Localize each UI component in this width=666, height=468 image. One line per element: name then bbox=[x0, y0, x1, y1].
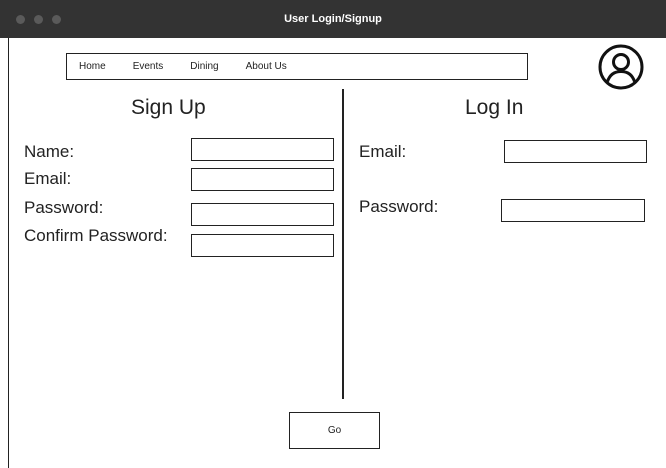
login-password-input[interactable] bbox=[501, 199, 645, 222]
app-window: User Login/Signup Home Events Dining Abo… bbox=[0, 0, 666, 468]
signup-name-input[interactable] bbox=[191, 138, 334, 161]
close-window-icon[interactable] bbox=[16, 15, 25, 24]
signup-name-label: Name: bbox=[24, 142, 75, 161]
signup-password-input[interactable] bbox=[191, 203, 334, 226]
nav-item-events[interactable]: Events bbox=[133, 61, 164, 72]
title-bar: User Login/Signup bbox=[0, 0, 666, 38]
signup-confirm-password-label: Confirm Password: bbox=[24, 226, 168, 245]
minimize-window-icon[interactable] bbox=[34, 15, 43, 24]
login-email-label: Email: bbox=[359, 142, 407, 161]
nav-item-about-us[interactable]: About Us bbox=[246, 61, 287, 72]
window-controls bbox=[16, 15, 61, 24]
go-button[interactable]: Go bbox=[289, 412, 380, 449]
section-divider bbox=[342, 89, 344, 399]
window-left-border bbox=[8, 38, 9, 468]
signup-password-label: Password: bbox=[24, 198, 104, 217]
login-email-input[interactable] bbox=[504, 140, 647, 163]
signup-email-input[interactable] bbox=[191, 168, 334, 191]
maximize-window-icon[interactable] bbox=[52, 15, 61, 24]
signup-heading: Sign Up bbox=[131, 96, 206, 119]
user-avatar-icon[interactable] bbox=[597, 43, 645, 91]
signup-confirm-password-input[interactable] bbox=[191, 234, 334, 257]
signup-email-label: Email: bbox=[24, 169, 72, 188]
nav-item-home[interactable]: Home bbox=[79, 61, 106, 72]
login-password-label: Password: bbox=[359, 197, 439, 216]
window-title: User Login/Signup bbox=[284, 13, 382, 25]
nav-bar: Home Events Dining About Us bbox=[66, 53, 528, 80]
login-heading: Log In bbox=[465, 96, 524, 119]
nav-item-dining[interactable]: Dining bbox=[190, 61, 218, 72]
